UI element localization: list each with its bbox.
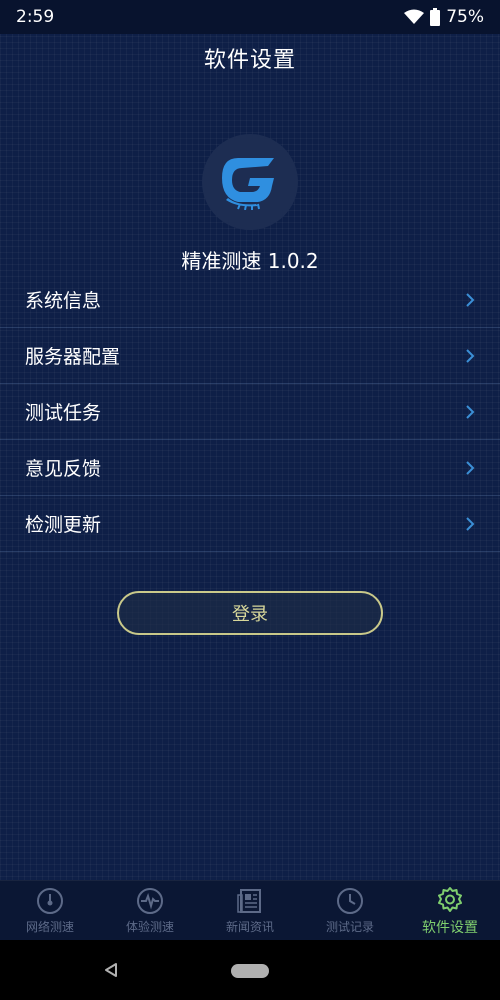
chevron-right-icon <box>466 348 475 363</box>
settings-menu: 系统信息 服务器配置 测试任务 意见反馈 检测更新 <box>0 272 500 552</box>
newspaper-icon <box>237 889 261 913</box>
system-nav-bar <box>0 940 500 1000</box>
menu-item-system-info[interactable]: 系统信息 <box>0 272 500 328</box>
speed-gauge-icon <box>37 888 63 914</box>
wifi-icon <box>404 9 425 24</box>
app-name-version: 精准测速 1.0.2 <box>181 249 319 273</box>
logo-g-icon <box>222 158 274 210</box>
menu-item-label: 检测更新 <box>25 514 102 536</box>
app-logo <box>202 134 298 230</box>
battery-icon <box>430 8 441 26</box>
clock-icon <box>337 888 363 914</box>
home-button[interactable] <box>231 964 269 978</box>
menu-item-server-config[interactable]: 服务器配置 <box>0 328 500 384</box>
status-time: 2:59 <box>16 7 55 27</box>
gear-icon <box>438 886 462 912</box>
chevron-right-icon <box>466 292 475 307</box>
bottom-tab-bar: 网络测速 体验测速 新闻资讯 测试记录 软件设置 <box>0 880 500 941</box>
page-title: 软件设置 <box>203 48 296 73</box>
status-icons: 75% <box>404 7 484 27</box>
tab-test-records[interactable]: 测试记录 <box>300 881 400 941</box>
tab-settings[interactable]: 软件设置 <box>400 881 500 941</box>
status-bar: 2:59 75% <box>0 0 500 34</box>
menu-item-feedback[interactable]: 意见反馈 <box>0 440 500 496</box>
menu-item-label: 系统信息 <box>25 290 102 312</box>
back-icon[interactable] <box>103 962 119 978</box>
login-button[interactable]: 登录 <box>117 591 383 635</box>
tab-label: 新闻资讯 <box>225 920 274 934</box>
pulse-icon <box>137 888 163 914</box>
tab-news[interactable]: 新闻资讯 <box>200 881 300 941</box>
battery-level: 75% <box>446 7 484 27</box>
tab-experience-speed[interactable]: 体验测速 <box>100 881 200 941</box>
tab-network-speed[interactable]: 网络测速 <box>0 881 100 941</box>
tab-label: 软件设置 <box>422 919 478 936</box>
chevron-right-icon <box>466 404 475 419</box>
tab-label: 测试记录 <box>325 920 374 934</box>
menu-item-check-update[interactable]: 检测更新 <box>0 496 500 552</box>
menu-item-label: 服务器配置 <box>25 346 121 368</box>
menu-item-label: 意见反馈 <box>25 458 102 480</box>
menu-item-test-tasks[interactable]: 测试任务 <box>0 384 500 440</box>
tab-label: 网络测速 <box>25 920 74 934</box>
menu-item-label: 测试任务 <box>25 402 102 424</box>
chevron-right-icon <box>466 516 475 531</box>
tab-label: 体验测速 <box>125 920 174 934</box>
chevron-right-icon <box>466 460 475 475</box>
